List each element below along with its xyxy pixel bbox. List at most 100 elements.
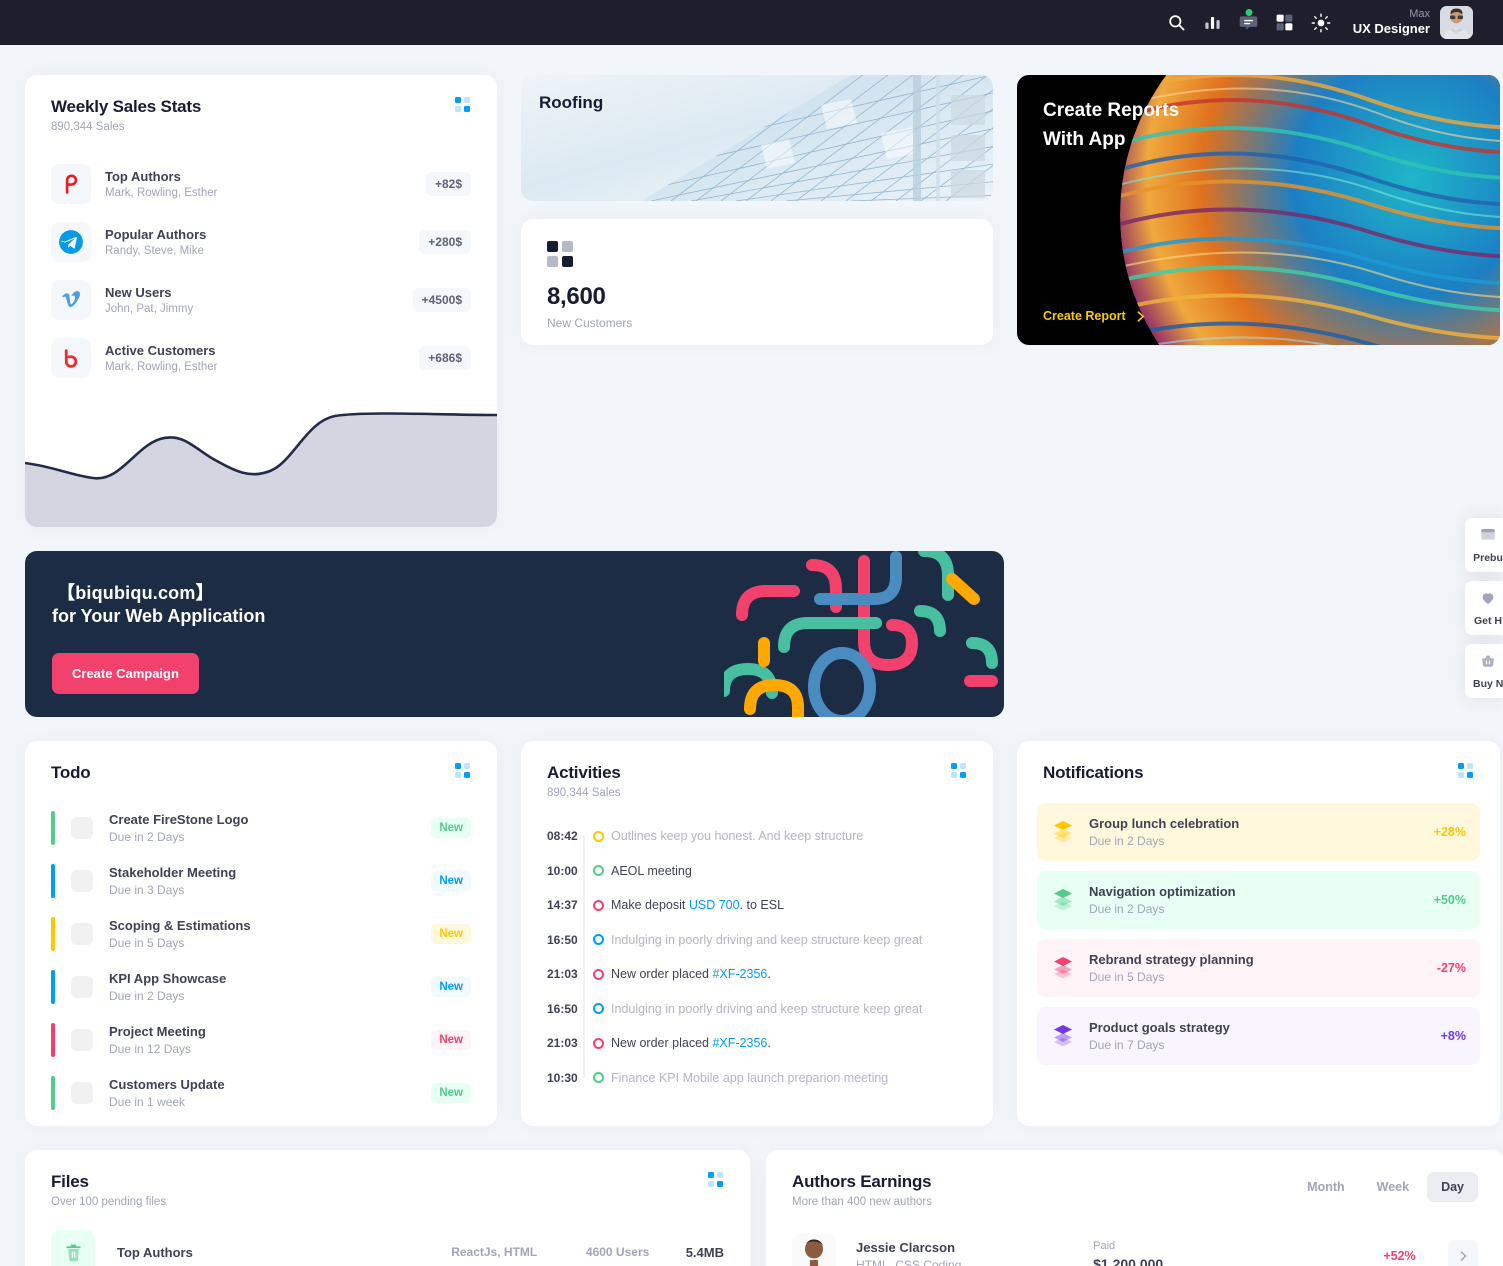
list-item[interactable]: Product goals strategy Due in 7 Days +8% — [1037, 1007, 1480, 1065]
card-menu-icon[interactable] — [951, 763, 967, 779]
activity-text: AEOL meeting — [611, 863, 692, 878]
timeline-dot-icon — [592, 1003, 604, 1015]
list-item[interactable]: Popular Authors Randy, Steve, Mike +280$ — [25, 213, 497, 271]
value-pill: +82$ — [425, 172, 471, 196]
list-item[interactable]: 14:37 Make deposit USD 700. to ESL — [547, 888, 967, 923]
activity-text: Indulging in poorly driving and keep str… — [611, 932, 923, 947]
middle-row: Todo Create FireStone Logo Due in 2 Days… — [25, 741, 1500, 1126]
paid-amount: $1,200,000 — [1093, 1256, 1164, 1266]
activity-link[interactable]: #XF-2356 — [712, 967, 767, 981]
telegram-icon — [51, 222, 91, 262]
weekly-sales-subtitle: 890,344 Sales — [51, 121, 125, 133]
list-item[interactable]: Active Customers Mark, Rowling, Esther +… — [25, 329, 497, 387]
create-report-link[interactable]: Create Report — [1043, 309, 1147, 323]
list-item[interactable]: 21:03 New order placed #XF-2356. — [547, 1026, 967, 1061]
todo-checkbox[interactable] — [71, 922, 93, 945]
list-item[interactable]: Customers Update Due in 1 week New — [25, 1066, 497, 1119]
list-item[interactable]: 08:42 Outlines keep you honest. And keep… — [547, 819, 967, 854]
list-item[interactable]: Create FireStone Logo Due in 2 Days New — [25, 801, 497, 854]
campaign-banner: 【biqubiqu.com】 for Your Web Application … — [25, 551, 1004, 717]
value-pill: +686$ — [419, 346, 471, 370]
list-item[interactable]: Top Authors Mark, Rowling, Esther +82$ — [25, 155, 497, 213]
status-badge: New — [431, 870, 471, 891]
card-menu-icon[interactable] — [455, 763, 471, 779]
files-subtitle: Over 100 pending files — [51, 1196, 167, 1208]
bar-chart-icon[interactable] — [1195, 5, 1231, 41]
list-item-due: Due in 2 Days — [1089, 902, 1165, 916]
prebuilt-button[interactable]: Prebu — [1465, 518, 1503, 572]
list-item-due: Due in 12 Days — [109, 1041, 192, 1056]
new-customers-label: New Customers — [547, 316, 633, 330]
list-item[interactable]: Rebrand strategy planning Due in 5 Days … — [1037, 939, 1480, 997]
card-menu-icon[interactable] — [1458, 763, 1474, 779]
activity-text: New order placed #XF-2356. — [611, 1036, 771, 1050]
create-campaign-button[interactable]: Create Campaign — [52, 653, 199, 694]
todo-card: Todo Create FireStone Logo Due in 2 Days… — [25, 741, 497, 1126]
tab-month[interactable]: Month — [1293, 1172, 1358, 1202]
list-item[interactable]: Navigation optimization Due in 2 Days +5… — [1037, 871, 1480, 929]
status-badge: New — [431, 1029, 471, 1050]
list-item[interactable]: Project Meeting Due in 12 Days New — [25, 1013, 497, 1066]
get-help-button[interactable]: Get H — [1465, 581, 1503, 635]
layers-icon — [1051, 886, 1075, 915]
list-item-title: Create FireStone Logo — [109, 811, 249, 827]
files-card: Files Over 100 pending files Top Authors… — [25, 1150, 750, 1266]
files-header: Files Over 100 pending files — [25, 1150, 750, 1208]
status-bar — [51, 1075, 55, 1110]
search-icon[interactable] — [1159, 5, 1195, 41]
chat-icon[interactable] — [1231, 5, 1267, 41]
list-item-title: Rebrand strategy planning — [1089, 952, 1254, 967]
status-bar — [51, 916, 55, 951]
todo-checkbox[interactable] — [71, 1081, 93, 1104]
list-item[interactable]: Group lunch celebration Due in 2 Days +2… — [1037, 803, 1480, 861]
avatar — [792, 1234, 836, 1266]
tab-day[interactable]: Day — [1427, 1172, 1478, 1202]
list-item[interactable]: KPI App Showcase Due in 2 Days New — [25, 960, 497, 1013]
apps-grid-icon[interactable] — [1267, 5, 1303, 41]
activity-time: 08:42 — [547, 829, 578, 844]
list-item-title: Stakeholder Meeting — [109, 864, 237, 880]
activity-link[interactable]: #XF-2356 — [712, 1036, 767, 1050]
avatar[interactable] — [1440, 6, 1473, 39]
user-role: UX Designer — [1352, 21, 1430, 37]
list-item[interactable]: 16:50 Indulging in poorly driving and ke… — [547, 992, 967, 1027]
todo-checkbox[interactable] — [71, 816, 93, 839]
roofing-card[interactable]: Roofing — [521, 75, 993, 201]
todo-checkbox[interactable] — [71, 1028, 93, 1051]
activity-time: 16:50 — [547, 1001, 578, 1016]
vimeo-icon — [51, 280, 91, 320]
todo-checkbox[interactable] — [71, 869, 93, 892]
activity-text: Indulging in poorly driving and keep str… — [611, 1001, 923, 1016]
tab-week[interactable]: Week — [1363, 1172, 1423, 1202]
list-item[interactable]: 10:00 AEOL meeting — [547, 854, 967, 889]
author-role: HTML, CSS Coding — [856, 1258, 962, 1266]
activity-link[interactable]: USD 700 — [689, 898, 740, 912]
activity-text-main: New order placed — [611, 967, 713, 982]
list-item[interactable]: Scoping & Estimations Due in 5 Days New — [25, 907, 497, 960]
list-item[interactable]: 21:03 New order placed #XF-2356. — [547, 957, 967, 992]
user-menu[interactable]: Max UX Designer — [1353, 6, 1473, 39]
table-row[interactable]: Jessie Clarcson HTML, CSS Coding Paid $1… — [766, 1226, 1503, 1266]
list-item-due: Due in 5 Days — [109, 935, 185, 950]
chevron-right-icon[interactable] — [1447, 1240, 1479, 1266]
card-menu-icon[interactable] — [455, 97, 471, 113]
list-item[interactable]: Stakeholder Meeting Due in 3 Days New — [25, 854, 497, 907]
card-menu-icon[interactable] — [708, 1172, 724, 1188]
brightness-icon[interactable] — [1303, 5, 1339, 41]
list-item[interactable]: New Users John, Pat, Jimmy +4500$ — [25, 271, 497, 329]
list-item-due: Due in 1 week — [109, 1094, 186, 1109]
layers-icon — [1051, 1022, 1075, 1051]
list-item[interactable]: 10:30 Finance KPI Mobile app launch prep… — [547, 1061, 967, 1096]
online-indicator-dot — [1245, 8, 1253, 16]
list-item-meta: Randy, Steve, Mike — [105, 245, 204, 257]
new-customers-card: 8,600 New Customers — [521, 219, 993, 345]
list-item-title: Project Meeting — [109, 1023, 206, 1039]
table-row[interactable]: Top Authors ReactJs, HTML 4600 Users 5.4… — [25, 1224, 750, 1266]
create-reports-card[interactable]: Create Reports With App Create Report — [1017, 75, 1500, 345]
buy-now-button[interactable]: Buy N — [1465, 644, 1503, 698]
list-item-meta: John, Pat, Jimmy — [105, 303, 194, 315]
todo-checkbox[interactable] — [71, 975, 93, 998]
file-users: 4600 Users — [585, 1245, 650, 1259]
list-item[interactable]: 16:50 Indulging in poorly driving and ke… — [547, 923, 967, 958]
earnings-subtitle: More than 400 new authors — [792, 1196, 933, 1208]
